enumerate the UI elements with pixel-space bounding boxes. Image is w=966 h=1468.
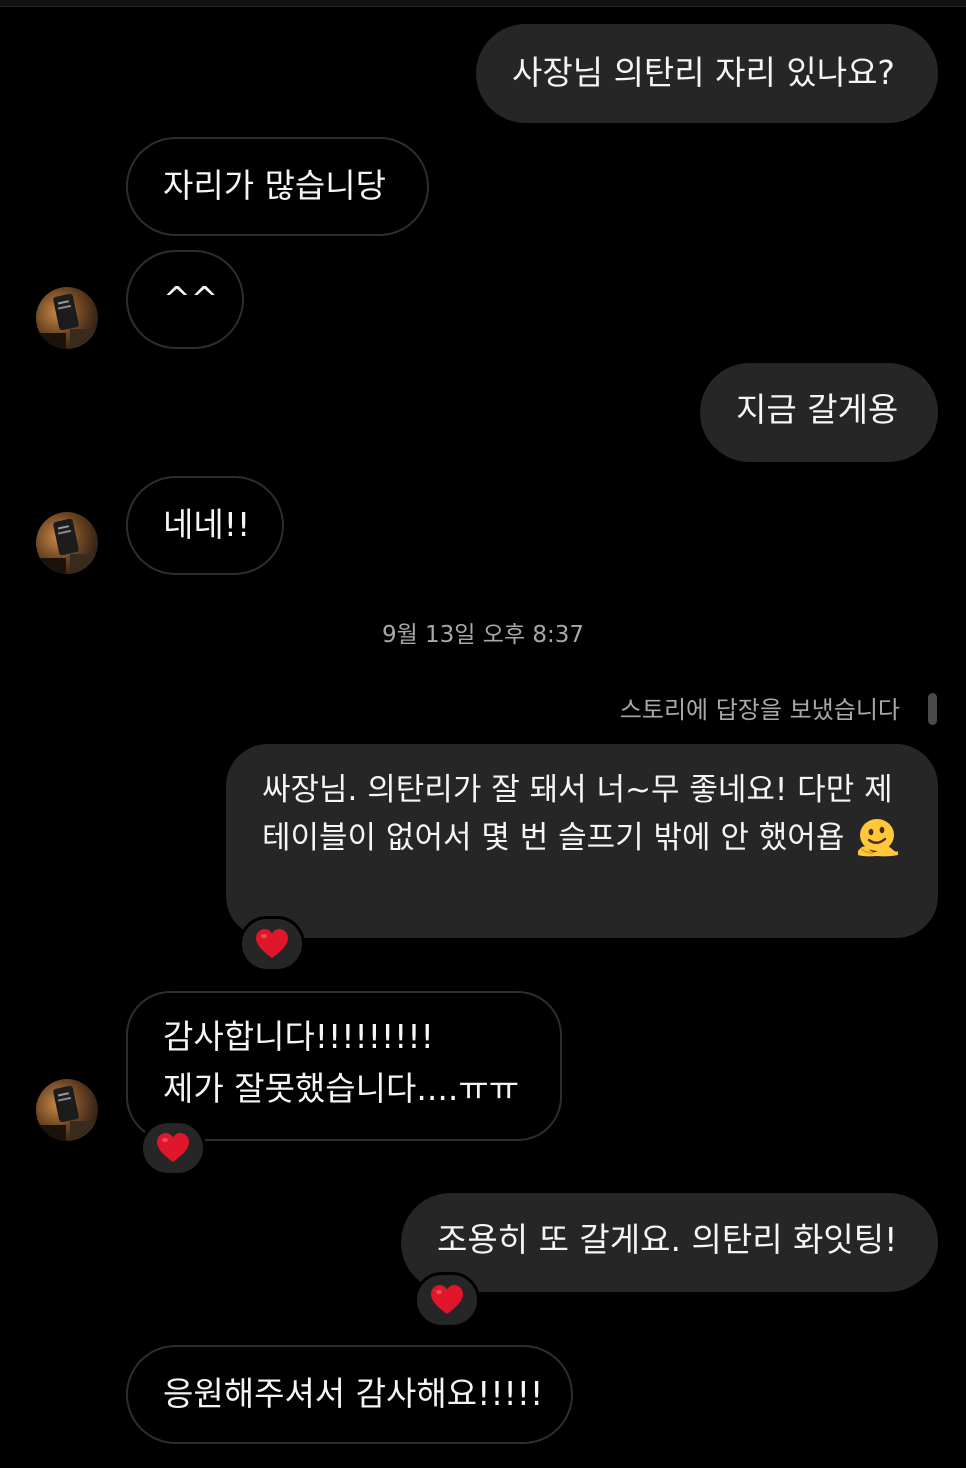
message-bubble-outgoing[interactable]: 지금 갈게용 <box>700 363 938 462</box>
message-bubble-incoming[interactable]: 응원해주셔서 감사해요!!!!! <box>126 1345 573 1444</box>
message-bubble-incoming[interactable]: 네네!! <box>126 476 284 575</box>
message-bubble-incoming[interactable]: ^^ <box>126 250 244 349</box>
top-divider <box>0 0 966 7</box>
sender-avatar[interactable] <box>36 512 98 574</box>
message-text: 네네!! <box>163 505 251 544</box>
message-bubble-outgoing[interactable]: 사장님 의탄리 자리 있나요? <box>476 24 938 123</box>
story-reply-indicator[interactable] <box>928 693 937 725</box>
message-text: 응원해주셔서 감사해요!!!!! <box>163 1374 544 1413</box>
message-bubble-incoming[interactable]: 자리가 많습니당 <box>126 137 429 236</box>
heart-icon <box>431 1285 463 1314</box>
message-bubble-outgoing[interactable]: 싸장님. 의탄리가 잘 돼서 너~무 좋네요! 다만 제 테이블이 없어서 몇 … <box>226 744 938 938</box>
message-timestamp: 9월 13일 오후 8:37 <box>381 622 585 648</box>
message-text-line-2: 제가 잘못했습니다....ㅠㅠ <box>163 1069 520 1108</box>
heart-icon <box>157 1133 189 1162</box>
message-text: 지금 갈게용 <box>736 390 899 429</box>
avatar-photo-icon <box>36 1079 98 1141</box>
message-text: 조용히 또 갈게요. 의탄리 화잇팅! <box>437 1220 898 1259</box>
sender-avatar[interactable] <box>36 287 98 349</box>
heart-icon <box>256 929 288 958</box>
message-bubble-incoming[interactable]: 감사합니다!!!!!!!!! 제가 잘못했습니다....ㅠㅠ <box>126 991 562 1141</box>
story-reply-note: 스토리에 답장을 보냈습니다 <box>619 696 900 724</box>
message-text-line-1: 감사합니다!!!!!!!!! <box>163 1017 434 1056</box>
avatar-photo-icon <box>36 512 98 574</box>
melting-face-icon <box>858 818 899 856</box>
message-text: 자리가 많습니당 <box>163 166 387 205</box>
reaction-badge[interactable] <box>414 1272 480 1328</box>
avatar-photo-icon <box>36 287 98 349</box>
reaction-badge[interactable] <box>140 1120 206 1176</box>
message-text: 싸장님. 의탄리가 잘 돼서 너~무 좋네요! 다만 제 테이블이 없어서 몇 … <box>262 772 893 856</box>
reaction-badge[interactable] <box>239 916 305 972</box>
message-bubble-outgoing[interactable]: 조용히 또 갈게요. 의탄리 화잇팅! <box>401 1193 938 1292</box>
message-text: 사장님 의탄리 자리 있나요? <box>512 53 895 92</box>
message-text: ^^ <box>163 279 219 318</box>
sender-avatar[interactable] <box>36 1079 98 1141</box>
